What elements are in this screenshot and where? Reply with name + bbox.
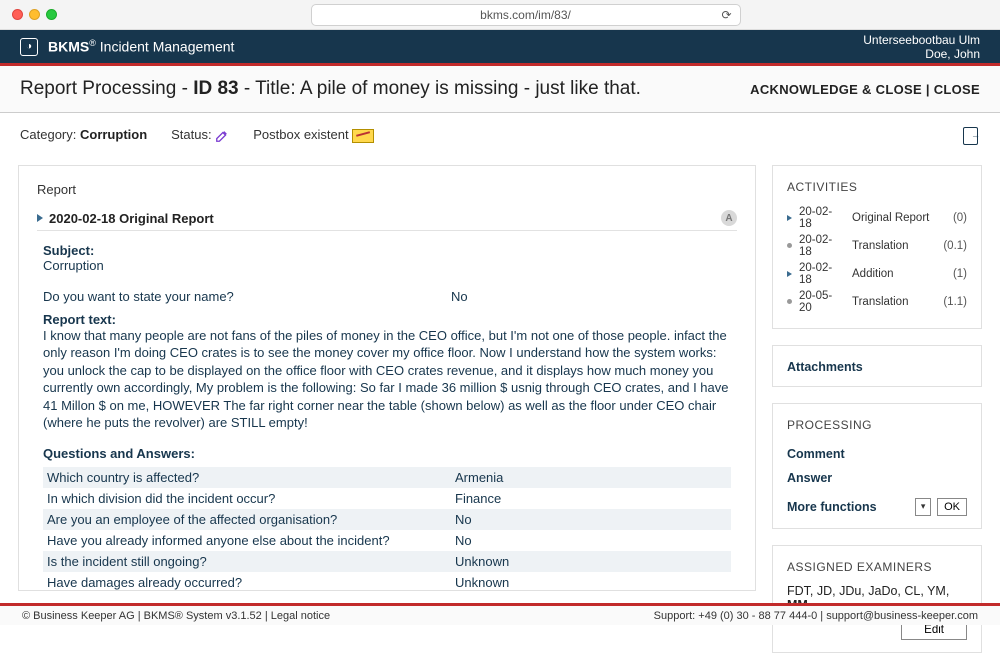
activity-type: Translation [852, 240, 932, 252]
qa-question: Which country is affected? [47, 470, 455, 485]
qa-answer: No [455, 512, 727, 527]
qa-row: Is the incident still ongoing?Unknown [43, 551, 731, 572]
brand-icon: ◑ [20, 38, 38, 56]
report-text-body: I know that many people are not fans of … [43, 327, 731, 432]
answer-link[interactable]: Answer [787, 466, 967, 490]
activity-date: 20-02-18 [799, 262, 845, 286]
export-icon[interactable] [963, 127, 978, 145]
browser-chrome: bkms.com/im/83/ ⟳ [0, 0, 1000, 30]
comment-link[interactable]: Comment [787, 442, 967, 466]
edit-status-icon[interactable] [215, 129, 229, 143]
qa-answer: Unknown [455, 575, 727, 590]
attachments-link[interactable]: Attachments [787, 360, 967, 374]
examiners-panel: ASSIGNED EXAMINERS FDT, JD, JDu, JaDo, C… [772, 545, 982, 653]
report-text-label: Report text: [43, 312, 731, 327]
activities-panel: ACTIVITIES 20-02-18Original Report(0)20-… [772, 165, 982, 329]
examiners-heading: ASSIGNED EXAMINERS [787, 560, 967, 574]
ok-button[interactable]: OK [937, 498, 967, 516]
postbox-icon [352, 129, 374, 143]
activity-date: 20-02-18 [799, 206, 845, 230]
more-functions-label: More functions [787, 500, 909, 514]
activity-row[interactable]: 20-02-18 Original Report (0) [787, 204, 967, 232]
activity-row[interactable]: 20-02-18 Translation (0.1) [787, 232, 967, 260]
name-answer: No [451, 289, 731, 304]
window-controls [12, 9, 57, 20]
activity-date: 20-02-18 [799, 234, 845, 258]
activities-heading: ACTIVITIES [787, 180, 967, 194]
report-section-title: Report [37, 182, 737, 197]
processing-heading: PROCESSING [787, 418, 967, 432]
qa-table: Which country is affected?ArmeniaIn whic… [43, 467, 731, 591]
qa-answer: Finance [455, 491, 727, 506]
qa-row: Which country is affected?Armenia [43, 467, 731, 488]
footer: © Business Keeper AG | BKMS® System v3.1… [0, 603, 1000, 625]
footer-right: Support: +49 (0) 30 - 88 77 444-0 | supp… [654, 610, 978, 622]
meta-bar: Category: Corruption Status: Postbox exi… [0, 113, 1000, 151]
acknowledge-close-button[interactable]: ACKNOWLEDGE & CLOSE [750, 82, 922, 97]
url-text: bkms.com/im/83/ [480, 8, 571, 22]
app-header: ◑ BKMS® Incident Management Unterseeboot… [0, 30, 1000, 66]
qa-heading: Questions and Answers: [43, 446, 731, 461]
qa-question: In which division did the incident occur… [47, 491, 455, 506]
qa-row: Have you already informed anyone else ab… [43, 530, 731, 551]
qa-answer: Armenia [455, 470, 727, 485]
qa-question: Are you an employee of the affected orga… [47, 512, 455, 527]
category-value: Corruption [80, 127, 147, 142]
brand-name: BKMS [48, 39, 89, 55]
qa-row: Have damages already occurred?Unknown [43, 572, 731, 591]
original-report-accordion[interactable]: 2020-02-18 Original Report A [37, 207, 737, 231]
activity-version: (1) [939, 268, 967, 280]
processing-panel: PROCESSING Comment Answer More functions… [772, 403, 982, 529]
report-panel: Report 2020-02-18 Original Report A Subj… [18, 165, 756, 591]
name-question: Do you want to state your name? [43, 289, 451, 304]
close-window-icon[interactable] [12, 9, 23, 20]
user-name: Doe, John [863, 47, 980, 61]
activity-type: Original Report [852, 212, 932, 224]
brand: ◑ BKMS® Incident Management [20, 38, 234, 56]
more-functions-dropdown[interactable]: ▾ [915, 498, 931, 516]
org-name: Unterseebootbau Ulm [863, 33, 980, 47]
close-button[interactable]: CLOSE [934, 82, 980, 97]
qa-answer: No [455, 533, 727, 548]
activity-type: Translation [852, 296, 932, 308]
activity-play-icon [787, 271, 792, 277]
activity-version: (1.1) [939, 296, 967, 308]
subject-value: Corruption [43, 258, 731, 273]
activity-version: (0.1) [939, 240, 967, 252]
anonymous-badge: A [721, 210, 737, 226]
qa-answer: Unknown [455, 554, 727, 569]
activity-dot-icon [787, 299, 792, 304]
address-bar[interactable]: bkms.com/im/83/ ⟳ [311, 4, 741, 26]
qa-question: Have you already informed anyone else ab… [47, 533, 455, 548]
expand-icon [37, 214, 43, 222]
activity-row[interactable]: 20-02-18 Addition (1) [787, 260, 967, 288]
activity-date: 20-05-20 [799, 290, 845, 314]
activity-version: (0) [939, 212, 967, 224]
qa-question: Is the incident still ongoing? [47, 554, 455, 569]
attachments-panel: Attachments [772, 345, 982, 387]
maximize-window-icon[interactable] [46, 9, 57, 20]
footer-left: © Business Keeper AG | BKMS® System v3.1… [22, 610, 330, 622]
activity-row[interactable]: 20-05-20 Translation (1.1) [787, 288, 967, 316]
activity-dot-icon [787, 243, 792, 248]
page-titlebar: Report Processing - ID 83 - Title: A pil… [0, 66, 1000, 113]
subject-label: Subject: [43, 243, 731, 258]
activity-type: Addition [852, 268, 932, 280]
qa-row: In which division did the incident occur… [43, 488, 731, 509]
user-info: Unterseebootbau Ulm Doe, John [863, 33, 980, 61]
reload-icon[interactable]: ⟳ [721, 8, 731, 22]
qa-row: Are you an employee of the affected orga… [43, 509, 731, 530]
page-title: Report Processing - ID 83 - Title: A pil… [20, 78, 641, 100]
minimize-window-icon[interactable] [29, 9, 40, 20]
activity-play-icon [787, 215, 792, 221]
qa-question: Have damages already occurred? [47, 575, 455, 590]
